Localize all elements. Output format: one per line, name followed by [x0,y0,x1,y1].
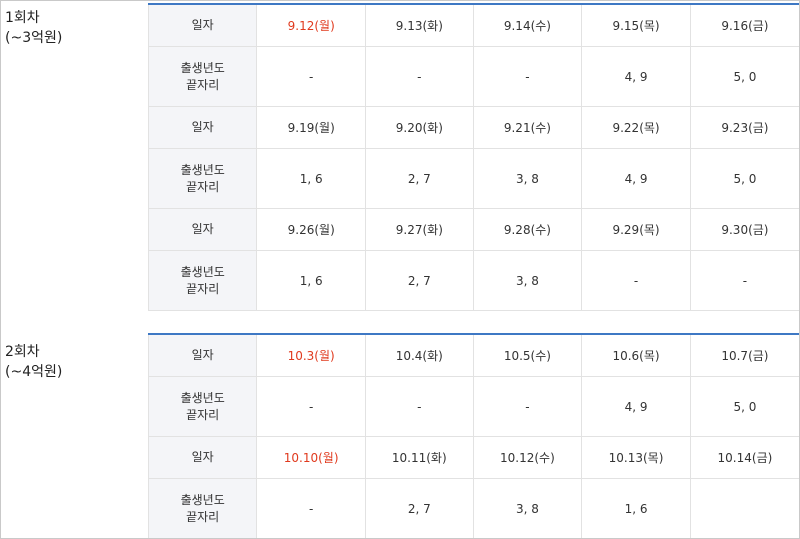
birth-year-digits-cell: - [365,46,474,107]
birth-year-header-line1: 출생년도 [180,162,225,177]
birth-year-digits-cell: - [581,250,691,311]
date-cell: 9.27(화) [365,208,474,251]
date-row-header: 일자 [147,106,258,149]
birth-year-digits-cell: - [256,376,366,437]
date-cell: 9.19(월) [256,106,366,149]
birth-year-header-line2: 끝자리 [186,77,220,92]
date-cell: 10.11(화) [364,436,474,479]
birth-year-header-line2: 끝자리 [186,407,220,422]
round-2-title: 2회차 [5,344,40,360]
birth-year-digits-cell [689,478,799,538]
birth-year-digits-cell: 3, 8 [472,250,583,311]
round-1-amount: (~3억원) [5,30,63,46]
date-cell: 9.30(금) [689,208,799,251]
round-2-label: 2회차 (~4억원) [5,342,62,382]
date-row-header: 일자 [147,208,258,251]
birth-year-header-line1: 출생년도 [180,60,225,75]
birth-year-row: 출생년도 끝자리 -2, 7 3, 8 1, 6 [147,478,799,538]
birth-year-digits-cell: - [364,376,474,437]
date-cell: 10.12(수) [472,436,583,479]
birth-year-row-header: 출생년도끝자리 [147,46,258,107]
birth-year-digits-cell: - [689,250,799,311]
date-row-header: 일자 [147,333,258,377]
round-1-label: 1회차 (~3억원) [5,8,62,48]
birth-year-digits-cell: 5, 0 [689,376,799,437]
birth-year-header-line2: 끝자리 [186,509,220,524]
date-cell: 9.21(수) [472,106,583,149]
date-cell: 9.26(월) [256,208,366,251]
birth-year-digits-cell: 2, 7 [365,250,474,311]
date-cell: 10.4(화) [364,333,474,377]
birth-year-digits-cell: - [256,478,366,538]
date-cell: 9.22(목) [581,106,691,149]
date-row-header: 일자 [147,436,258,479]
birth-year-digits-cell: 3, 8 [472,148,583,209]
date-cell: 9.28(수) [472,208,583,251]
birth-year-digits-cell: - [472,376,583,437]
date-cell: 9.16(금) [689,3,799,47]
date-cell: 10.13(목) [581,436,691,479]
birth-year-row: 출생년도 끝자리 1, 6 2, 7 3, 8-- [147,250,799,311]
birth-year-row-header: 출생년도끝자리 [147,478,258,538]
date-row: 일자 9.12(월) 9.13(화) 9.14(수) 9.15(목) 9.16(금) [147,3,799,47]
birth-year-digits-cell: 5, 0 [689,148,799,209]
birth-year-header-line1: 출생년도 [180,264,225,279]
schedule-frame: 1회차 (~3억원) 일자 9.12(월) 9.13(화) 9.14(수) 9.15(목… [0,0,800,539]
birth-year-digits-cell: 4, 9 [581,376,691,437]
birth-year-digits-cell: 3, 8 [472,478,583,538]
round-1-title: 1회차 [5,10,40,26]
date-row: 일자 10.10(월) 10.11(화) 10.12(수) 10.13(목) 10.14(… [147,436,799,479]
date-cell: 10.14(금) [689,436,799,479]
birth-year-digits-cell: 5, 0 [689,46,799,107]
date-cell: 10.10(월) [256,436,366,479]
birth-year-header-line1: 출생년도 [180,390,225,405]
date-row: 일자 9.26(월) 9.27(화) 9.28(수) 9.29(목) 9.30(금) [147,208,799,251]
birth-year-header-line2: 끝자리 [186,179,220,194]
birth-year-digits-cell: 1, 6 [581,478,691,538]
date-cell: 9.23(금) [689,106,799,149]
birth-year-row-header: 출생년도끝자리 [147,250,258,311]
birth-year-row: 출생년도 끝자리 1, 6 2, 7 3, 8 4, 9 5, 0 [147,148,799,209]
birth-year-digits-cell: - [256,46,366,107]
birth-year-row: 출생년도 끝자리 - - -4, 9 5, 0 [147,376,799,437]
date-cell: 10.7(금) [689,333,799,377]
birth-year-row: 출생년도 끝자리 - - -4, 9 5, 0 [147,46,799,107]
round-2-schedule-table: 일자 10.3(월) 10.4(화) 10.5(수) 10.6(목) 10.7(금) 출생년… [147,333,799,538]
date-cell: 9.29(목) [581,208,691,251]
birth-year-digits-cell: - [472,46,583,107]
date-cell: 10.5(수) [472,333,583,377]
date-row: 일자 10.3(월) 10.4(화) 10.5(수) 10.6(목) 10.7(금) [147,333,799,377]
date-cell: 10.3(월) [256,333,366,377]
birth-year-digits-cell: 1, 6 [256,148,366,209]
date-cell: 9.20(화) [365,106,474,149]
date-cell: 10.6(목) [581,333,691,377]
birth-year-header-line1: 출생년도 [180,492,225,507]
round-1-table-body: 일자 9.12(월) 9.13(화) 9.14(수) 9.15(목) 9.16(금) 출생년… [147,3,799,311]
birth-year-digits-cell: 4, 9 [581,46,691,107]
birth-year-digits-cell: 1, 6 [256,250,366,311]
date-cell: 9.12(월) [256,3,366,47]
date-cell: 9.14(수) [472,3,583,47]
birth-year-digits-cell: 2, 7 [364,478,474,538]
round-2-amount: (~4억원) [5,364,63,380]
round-1-schedule-table: 일자 9.12(월) 9.13(화) 9.14(수) 9.15(목) 9.16(금) 출생년… [147,3,799,311]
birth-year-digits-cell: 4, 9 [581,148,691,209]
date-row: 일자 9.19(월) 9.20(화) 9.21(수) 9.22(목) 9.23(금) [147,106,799,149]
date-cell: 9.13(화) [365,3,474,47]
date-row-header: 일자 [147,3,258,47]
birth-year-row-header: 출생년도끝자리 [147,376,258,437]
birth-year-row-header: 출생년도끝자리 [147,148,258,209]
birth-year-digits-cell: 2, 7 [365,148,474,209]
date-cell: 9.15(목) [581,3,691,47]
birth-year-header-line2: 끝자리 [186,281,220,296]
round-2-table-body: 일자 10.3(월) 10.4(화) 10.5(수) 10.6(목) 10.7(금) 출생년… [147,333,799,538]
